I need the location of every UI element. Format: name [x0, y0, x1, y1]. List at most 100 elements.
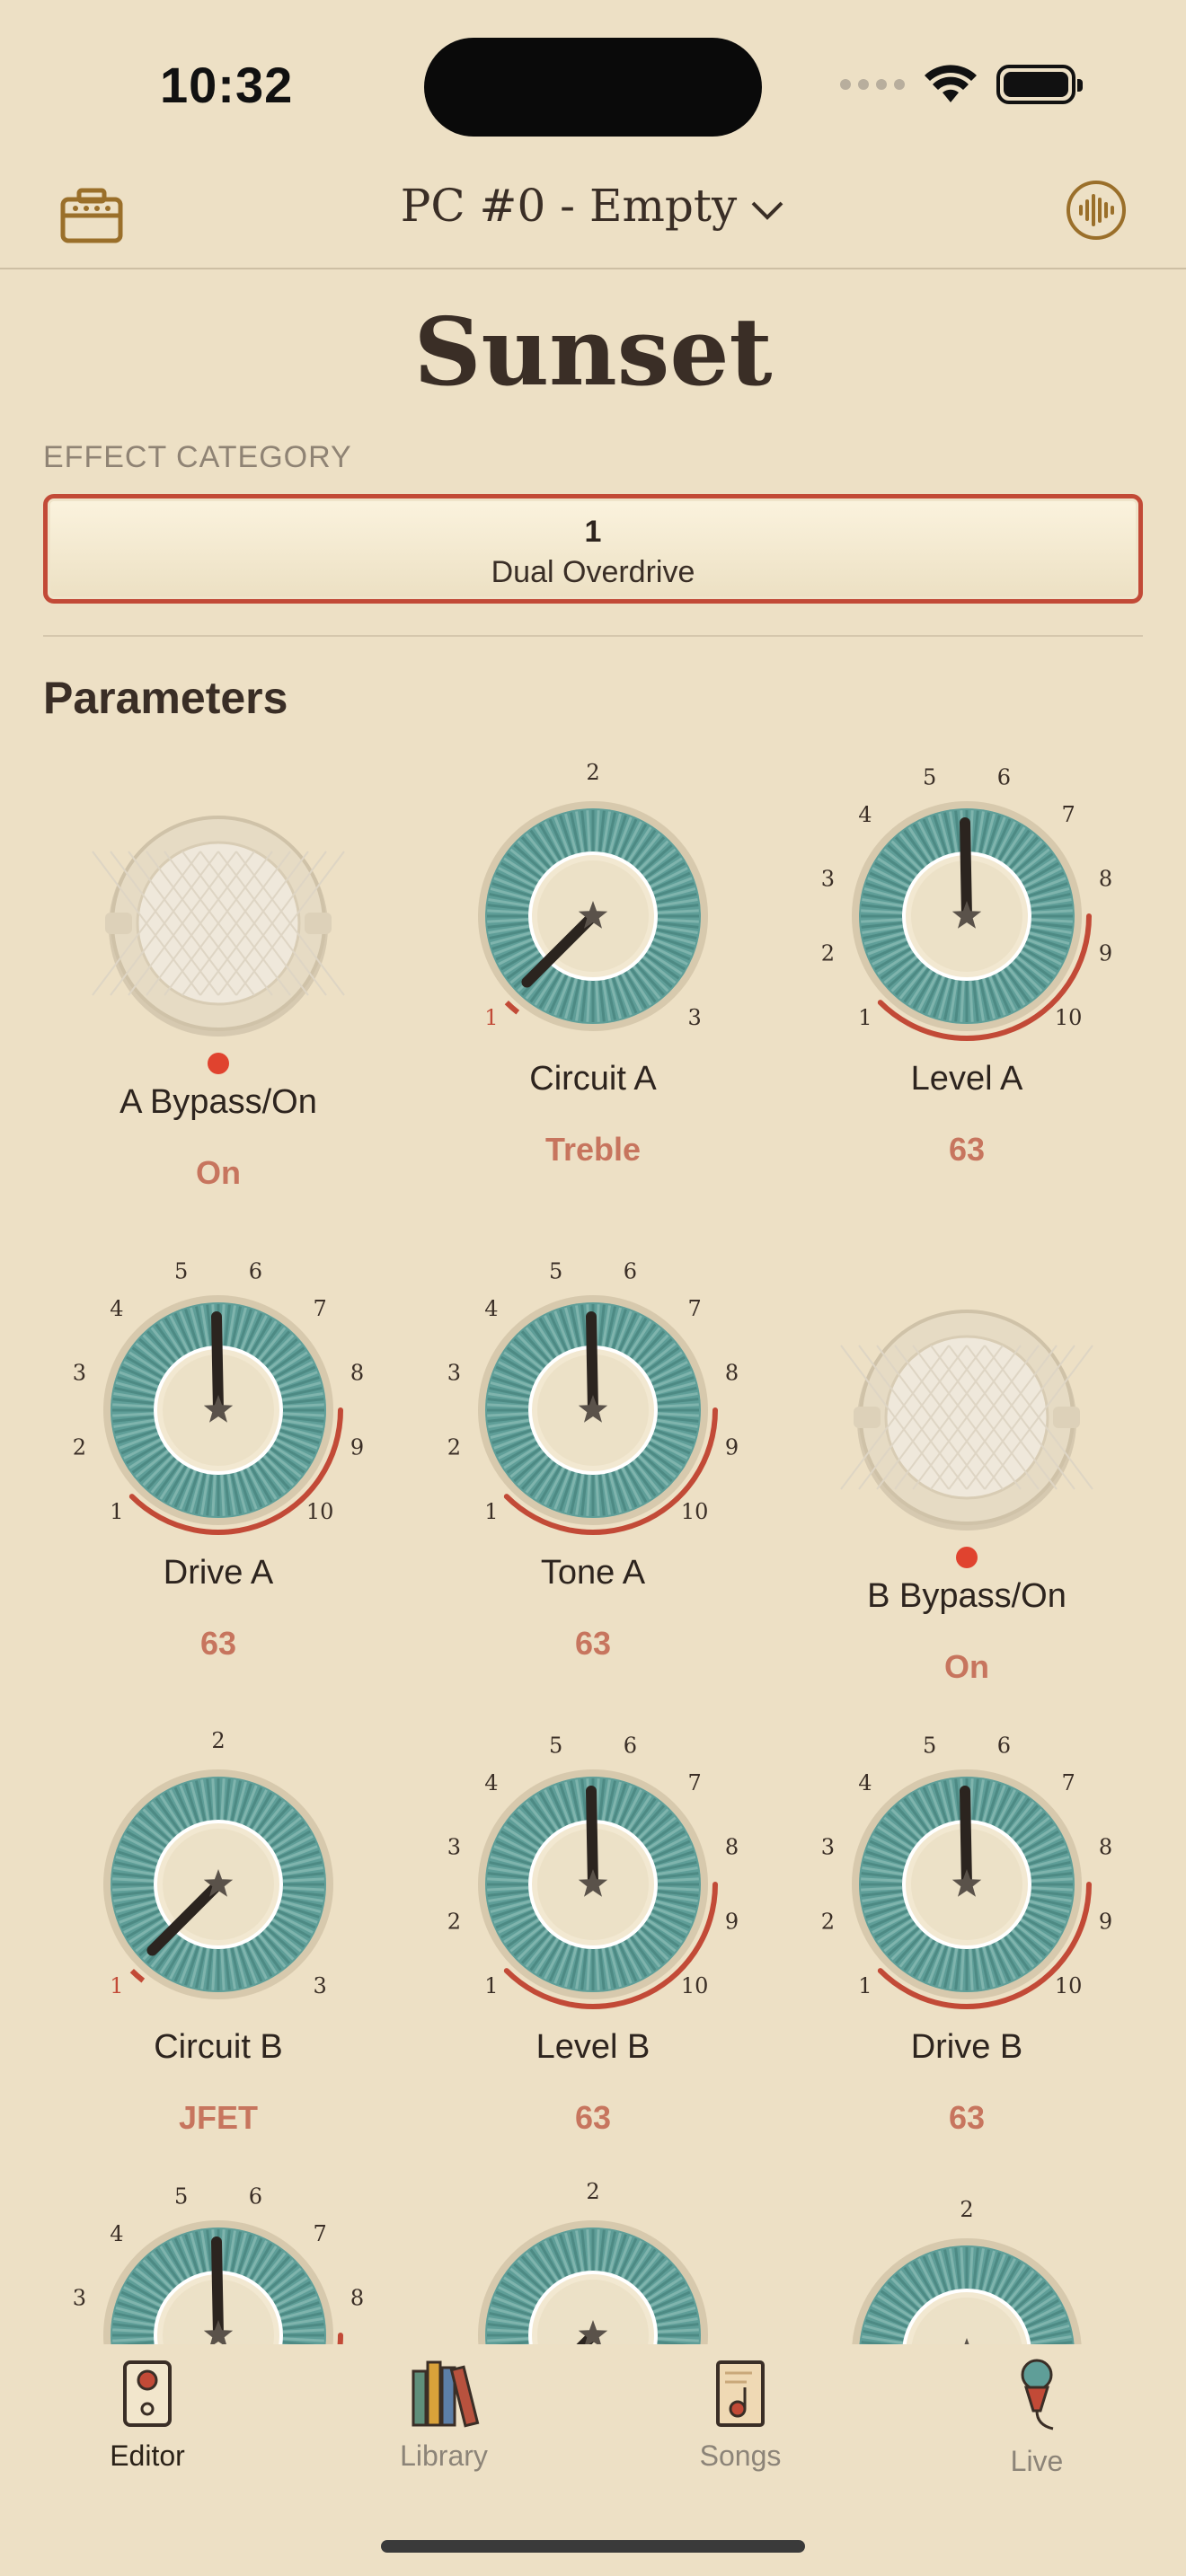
- param-value: On: [944, 1648, 989, 1685]
- param-value: 63: [199, 1625, 237, 1662]
- rotary-knob[interactable]: 12345678910: [406, 1248, 780, 1554]
- knob-scale-label: 10: [306, 1499, 334, 1524]
- param-circuit-a[interactable]: 1 2 3 Circuit A Treble: [406, 754, 780, 1169]
- selector-scale-label: 2: [586, 2179, 599, 2204]
- knob-scale-label: 3: [73, 2286, 86, 2311]
- selector-knob[interactable]: 123: [780, 2192, 1154, 2344]
- param-level-b[interactable]: 1 2 3 4 5 6 7 8 9 10 Level B 63: [406, 1723, 780, 2137]
- knob-scale-label: 6: [624, 1733, 637, 1758]
- knob-scale-label: 3: [821, 1835, 835, 1860]
- selector-knob[interactable]: 123: [406, 2174, 780, 2344]
- knob-scale-label: 6: [624, 1258, 637, 1284]
- knob-scale-label: 1: [484, 1499, 498, 1524]
- knob-scale-label: 9: [725, 1909, 739, 1934]
- knob-scale-label: 5: [923, 764, 936, 790]
- knob-scale-label: 3: [73, 1361, 86, 1386]
- knob-scale-label: 4: [484, 1296, 498, 1321]
- knob-scale-label: 7: [313, 2221, 326, 2246]
- tab-songs[interactable]: Songs: [633, 2359, 848, 2473]
- knob-scale-label: 4: [858, 802, 872, 827]
- knob-scale-label: 7: [1061, 1770, 1075, 1795]
- knob-scale-label: 6: [997, 1733, 1011, 1758]
- knob-scale-label: 2: [447, 1434, 461, 1460]
- knob-scale-label: 5: [549, 1733, 562, 1758]
- param-b-bypass-on[interactable]: B Bypass/On On: [780, 1272, 1154, 1686]
- param-a-bypass-on[interactable]: A Bypass/On On: [31, 778, 405, 1192]
- rotary-knob[interactable]: 12345678910: [406, 1723, 780, 2028]
- knob-scale-label: 2: [73, 1434, 86, 1460]
- rotary-knob[interactable]: 12345678910: [780, 1723, 1154, 2028]
- footswitch-icon[interactable]: [780, 1272, 1154, 1586]
- preset-name: Sunset: [413, 296, 773, 407]
- knob-scale-label: 6: [249, 1258, 262, 1284]
- knob-scale-label: 1: [858, 1973, 872, 1998]
- knob-scale-label: 5: [174, 2183, 188, 2209]
- home-indicator: [381, 2540, 805, 2553]
- selector-scale-label: 2: [960, 2197, 973, 2222]
- knob-scale-label: 7: [687, 1770, 701, 1795]
- knob-scale-label: 8: [725, 1361, 739, 1386]
- selector-knob[interactable]: 123: [31, 1723, 405, 2028]
- param-value: 63: [948, 2099, 986, 2136]
- tab-live[interactable]: Live: [929, 2359, 1145, 2478]
- rotary-knob[interactable]: 12345678910: [31, 2174, 405, 2344]
- knob-scale-label: 10: [681, 1973, 709, 1998]
- param-value: On: [196, 1154, 241, 1191]
- knob-scale-label: 2: [821, 940, 835, 966]
- param-drive-b[interactable]: 1 2 3 4 5 6 7 8 9 10 Drive B 63: [780, 1723, 1154, 2137]
- selector-scale-label: 3: [687, 1005, 701, 1030]
- knob-scale-label: 8: [1099, 1835, 1112, 1860]
- knob-scale-label: 3: [821, 867, 835, 892]
- tab-live-label: Live: [1010, 2445, 1064, 2477]
- effect-category-button[interactable]: 1 Dual Overdrive: [43, 494, 1143, 604]
- param-name: Drive B: [910, 2028, 1023, 2066]
- knob-scale-label: 7: [1061, 802, 1075, 827]
- tab-editor[interactable]: Editor: [40, 2359, 255, 2473]
- knob-scale-label: 8: [350, 2286, 364, 2311]
- tab-library-label: Library: [400, 2439, 488, 2472]
- knob-scale-label: 6: [249, 2183, 262, 2209]
- param-value: 63: [574, 2099, 612, 2136]
- rotary-knob[interactable]: 12345678910: [780, 754, 1154, 1060]
- tab-library[interactable]: Library: [336, 2359, 552, 2473]
- selector-scale-label: 1: [484, 1005, 498, 1030]
- knob-scale-label: 7: [313, 1296, 326, 1321]
- param-partial[interactable]: 12345678910: [31, 2174, 405, 2344]
- param-name: Level A: [910, 1060, 1023, 1098]
- param-circuit-b[interactable]: 1 2 3 Circuit B JFET: [31, 1723, 405, 2137]
- param-value: 63: [574, 1625, 612, 1662]
- knob-scale-label: 10: [1055, 1005, 1083, 1030]
- knob-scale-label: 6: [997, 764, 1011, 790]
- knob-scale-label: 4: [858, 1770, 872, 1795]
- knob-scale-label: 1: [484, 1973, 498, 1998]
- divider: [43, 635, 1143, 637]
- param-name: Circuit B: [154, 2028, 283, 2066]
- knob-scale-label: 1: [858, 1005, 872, 1030]
- param-drive-a[interactable]: 1 2 3 4 5 6 7 8 9 10 Drive A 63: [31, 1248, 405, 1663]
- selector-knob[interactable]: 123: [406, 754, 780, 1060]
- effect-category-number: 1: [584, 515, 602, 549]
- knob-scale-label: 2: [447, 1909, 461, 1934]
- footswitch-icon[interactable]: [31, 778, 405, 1092]
- knob-scale-label: 10: [681, 1499, 709, 1524]
- tab-songs-label: Songs: [699, 2439, 782, 2472]
- scroll-content[interactable]: Sunset EFFECT CATEGORY 1 Dual Overdrive …: [0, 0, 1186, 2344]
- knob-scale-label: 8: [350, 1361, 364, 1386]
- effect-category-name: Dual Overdrive: [491, 555, 695, 589]
- param-partial[interactable]: 123: [406, 2174, 780, 2344]
- selector-scale-label: 1: [110, 1973, 123, 1998]
- param-partial[interactable]: 123: [780, 2192, 1154, 2344]
- knob-scale-label: 9: [350, 1434, 364, 1460]
- param-name: Circuit A: [529, 1060, 657, 1098]
- parameters-title: Parameters: [43, 673, 288, 723]
- knob-scale-label: 8: [725, 1835, 739, 1860]
- param-value: 63: [948, 1131, 986, 1168]
- knob-scale-label: 3: [447, 1361, 461, 1386]
- rotary-knob[interactable]: 12345678910: [31, 1248, 405, 1554]
- knob-scale-label: 2: [821, 1909, 835, 1934]
- knob-scale-label: 4: [110, 1296, 123, 1321]
- param-level-a[interactable]: 1 2 3 4 5 6 7 8 9 10 Level A 63: [780, 754, 1154, 1169]
- songbook-icon: [716, 2360, 765, 2427]
- selector-scale-label: 2: [211, 1728, 225, 1753]
- param-tone-a[interactable]: 1 2 3 4 5 6 7 8 9 10 Tone A 63: [406, 1248, 780, 1663]
